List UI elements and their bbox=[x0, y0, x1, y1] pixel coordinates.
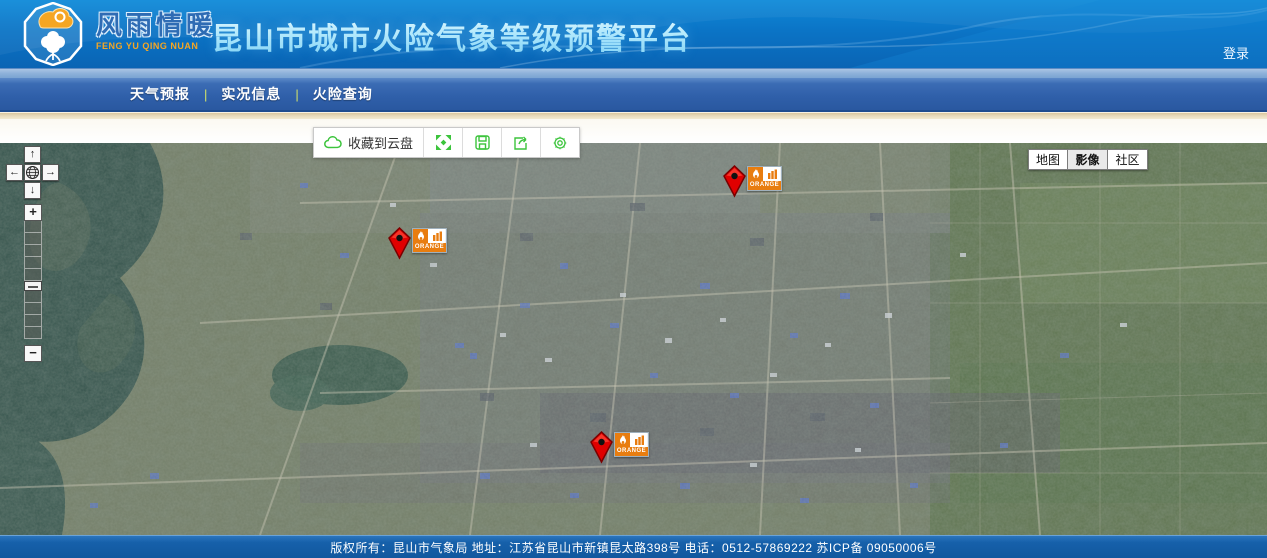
logo-text-block: 风雨情暖 FENG YU QING NUAN bbox=[96, 12, 216, 51]
warning-icons-row bbox=[748, 167, 781, 181]
nav-item-fire-risk-query[interactable]: 火险查询 bbox=[313, 84, 373, 104]
fire-risk-warning-platform: 风雨情暖 FENG YU QING NUAN 昆山市城市火险气象等级预警平台 登… bbox=[0, 0, 1267, 558]
map-container: 地图 影像 社区 ↑ ← → ↓ + bbox=[0, 143, 1267, 535]
share-button[interactable] bbox=[502, 128, 541, 157]
flame-icon bbox=[413, 229, 429, 243]
fire-warning-marker: ORANGE bbox=[722, 165, 784, 199]
satellite-imagery bbox=[0, 143, 1267, 535]
zoom-slider-track[interactable] bbox=[24, 221, 42, 339]
zoom-slider-handle[interactable] bbox=[24, 281, 42, 291]
fire-warning-marker: ORANGE bbox=[387, 227, 449, 261]
logo-subtext: FENG YU QING NUAN bbox=[96, 42, 216, 51]
zoom-level-cell[interactable] bbox=[24, 327, 42, 339]
save-icon bbox=[473, 134, 491, 152]
pan-down-button[interactable]: ↓ bbox=[24, 182, 41, 199]
nav-separator: | bbox=[295, 87, 298, 102]
map-zoom-control: + − bbox=[24, 204, 42, 362]
zoom-level-cell[interactable] bbox=[24, 303, 42, 315]
header-substrip bbox=[0, 68, 1267, 78]
flame-icon bbox=[748, 167, 764, 181]
map-pin-icon[interactable] bbox=[589, 431, 614, 464]
zoom-level-cell[interactable] bbox=[24, 257, 42, 269]
header: 风雨情暖 FENG YU QING NUAN 昆山市城市火险气象等级预警平台 登… bbox=[0, 0, 1267, 68]
nav-item-live-info[interactable]: 实况信息 bbox=[221, 84, 281, 104]
warning-level-label: ORANGE bbox=[748, 181, 781, 190]
share-icon bbox=[512, 134, 530, 152]
fire-warning-badge[interactable]: ORANGE bbox=[412, 228, 447, 253]
save-to-cloud-label: 收藏到云盘 bbox=[348, 133, 413, 152]
pan-right-button[interactable]: → bbox=[42, 164, 59, 181]
zoom-level-cell[interactable] bbox=[24, 291, 42, 303]
fire-warning-badge[interactable]: ORANGE bbox=[747, 166, 782, 191]
map-type-imagery-button[interactable]: 影像 bbox=[1068, 149, 1108, 170]
fullscreen-button[interactable] bbox=[424, 128, 463, 157]
level-bars-icon bbox=[429, 229, 445, 243]
zoom-level-cell[interactable] bbox=[24, 269, 42, 281]
map-type-community-button[interactable]: 社区 bbox=[1108, 149, 1148, 170]
page-title: 昆山市城市火险气象等级预警平台 bbox=[212, 14, 692, 58]
zoom-level-cell[interactable] bbox=[24, 233, 42, 245]
zoom-level-cell[interactable] bbox=[24, 221, 42, 233]
footer: 版权所有：昆山市气象局 地址：江苏省昆山市新镇昆太路398号 电话：0512-5… bbox=[0, 535, 1267, 558]
zoom-out-button[interactable]: − bbox=[24, 345, 42, 362]
globe-icon bbox=[25, 165, 40, 180]
map-type-switcher: 地图 影像 社区 bbox=[1028, 149, 1148, 170]
map-type-map-button[interactable]: 地图 bbox=[1028, 149, 1068, 170]
platform-logo bbox=[22, 2, 84, 66]
login-link[interactable]: 登录 bbox=[1223, 43, 1249, 62]
main-nav: 天气预报 | 实况信息 | 火险查询 bbox=[0, 78, 1267, 112]
level-bars-icon bbox=[631, 433, 647, 447]
fire-warning-marker: ORANGE bbox=[589, 431, 651, 465]
satellite-map[interactable]: 地图 影像 社区 ↑ ← → ↓ + bbox=[0, 143, 1267, 535]
fullscreen-icon bbox=[434, 134, 452, 152]
fire-warning-badge[interactable]: ORANGE bbox=[614, 432, 649, 457]
map-pan-control: ↑ ← → ↓ bbox=[6, 146, 60, 200]
pan-left-button[interactable]: ← bbox=[6, 164, 23, 181]
warning-icons-row bbox=[413, 229, 446, 243]
map-toolbar: 收藏到云盘 bbox=[313, 127, 580, 158]
level-bars-icon bbox=[764, 167, 780, 181]
warning-level-label: ORANGE bbox=[615, 447, 648, 456]
warning-icons-row bbox=[615, 433, 648, 447]
nav-separator: | bbox=[204, 87, 207, 102]
settings-icon bbox=[551, 134, 569, 152]
pan-home-button[interactable] bbox=[24, 164, 41, 181]
map-pin-icon[interactable] bbox=[722, 165, 747, 198]
map-pin-icon[interactable] bbox=[387, 227, 412, 260]
settings-button[interactable] bbox=[541, 128, 579, 157]
pan-up-button[interactable]: ↑ bbox=[24, 146, 41, 163]
zoom-level-cell[interactable] bbox=[24, 245, 42, 257]
logo-text: 风雨情暖 bbox=[96, 12, 216, 38]
save-image-button[interactable] bbox=[463, 128, 502, 157]
zoom-in-button[interactable]: + bbox=[24, 204, 42, 221]
divider-strip bbox=[0, 112, 1267, 119]
nav-item-weather-forecast[interactable]: 天气预报 bbox=[130, 84, 190, 104]
flame-icon bbox=[615, 433, 631, 447]
save-to-cloud-button[interactable]: 收藏到云盘 bbox=[314, 128, 424, 157]
warning-level-label: ORANGE bbox=[413, 243, 446, 252]
cloud-icon bbox=[324, 134, 342, 152]
content-gap bbox=[0, 119, 1267, 143]
copyright-text: 版权所有：昆山市气象局 地址：江苏省昆山市新镇昆太路398号 电话：0512-5… bbox=[330, 539, 936, 556]
zoom-level-cell[interactable] bbox=[24, 315, 42, 327]
